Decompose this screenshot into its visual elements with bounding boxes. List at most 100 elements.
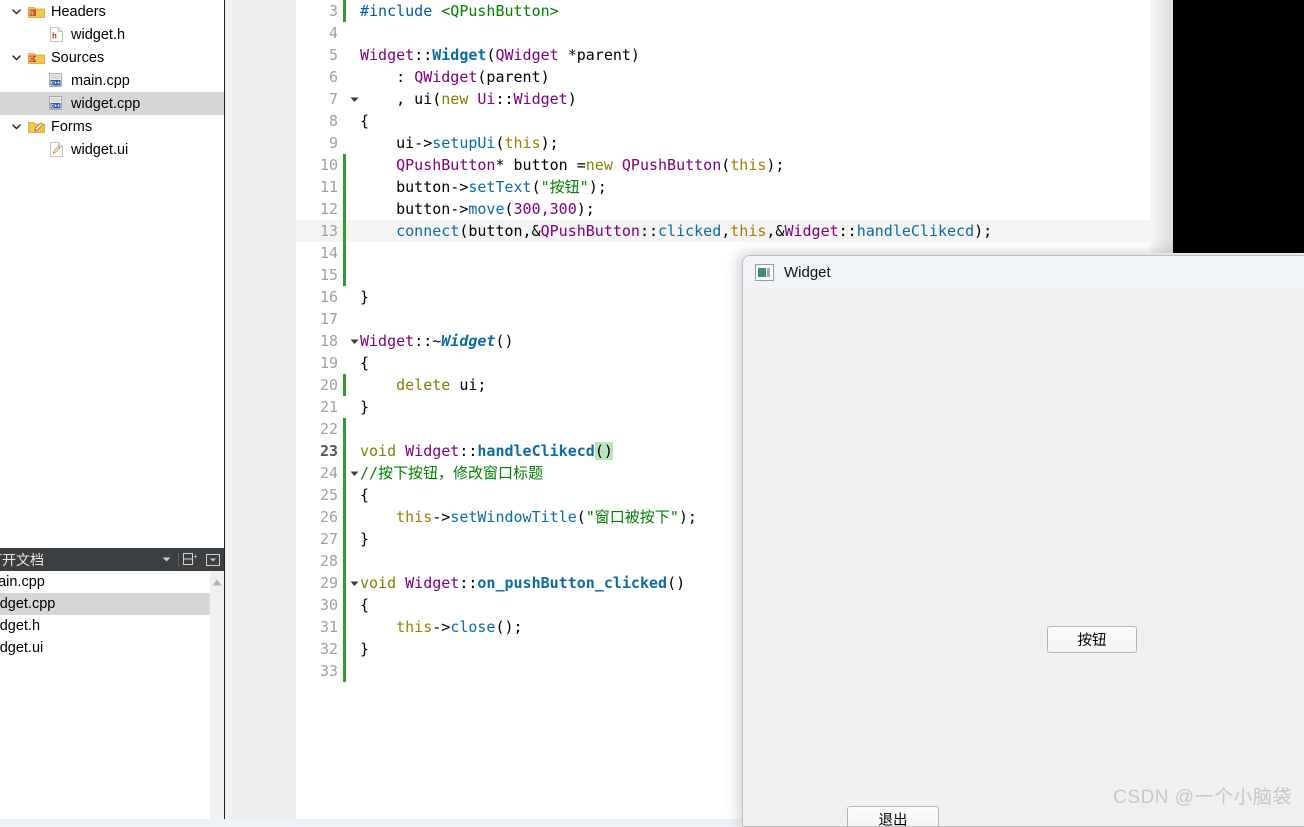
tree-item-forms[interactable]: Forms [0,115,224,138]
code-text: delete ui; [396,376,487,394]
svg-text:+: + [193,553,198,561]
tree-item-main-cpp[interactable]: C++ main.cpp [0,69,224,92]
code-text: button->move(300,300); [360,200,595,218]
line-number: 20 [319,376,338,394]
svg-text:C++: C++ [51,81,60,87]
line-number: 8 [328,112,338,130]
line-number: 11 [319,178,338,196]
line-number: 10 [319,156,338,174]
code-text: connect(button,&QPushButton::clicked,thi… [360,220,993,242]
open-documents-header: 打开文档 + [0,548,224,571]
open-doc-label: widget.ui [0,640,44,656]
line-number: 16 [319,288,338,306]
tree-item-headers[interactable]: h Headers [0,0,224,23]
scroll-up-icon[interactable] [210,576,224,588]
pane-divider[interactable] [224,0,225,819]
watermark-text: CSDN @一个小脑袋 [1113,787,1292,808]
qt-widget-icon [755,264,774,281]
pane-gap [225,0,232,819]
code-text: { [360,596,370,614]
qt-window-body[interactable]: 按钮 退出 [743,289,1304,826]
folder-h-icon: h [26,5,46,19]
chevron-down-icon[interactable] [6,121,26,132]
line-number: 30 [319,596,338,614]
change-marker [343,198,346,220]
open-doc-item[interactable]: main.cpp [0,571,224,593]
change-marker [343,616,346,638]
open-doc-item[interactable]: widget.ui [0,637,224,659]
tree-item-widget-h[interactable]: h widget.h [0,23,224,46]
line-number: 27 [319,530,338,548]
cpp-file-icon: C++ [46,96,66,111]
tree-item-widget-ui[interactable]: widget.ui [0,138,224,161]
line-number: 28 [319,552,338,570]
code-text: , ui(new Ui::Widget) [360,90,577,108]
open-documents-scrollbar[interactable] [210,571,224,819]
collapse-panel-icon[interactable] [202,548,224,571]
line-number: 29 [319,574,338,592]
line-number: 5 [328,46,338,64]
chevron-down-icon[interactable] [348,572,360,594]
open-doc-item[interactable]: widget.h [0,615,224,637]
folder-cpp-icon: C+ [26,51,46,65]
split-add-icon[interactable]: + [180,548,202,571]
tree-item-label: widget.cpp [71,95,141,112]
change-marker [343,220,346,242]
line-number: 19 [319,354,338,372]
code-text: #include <QPushButton> [360,2,559,20]
code-text: Widget::Widget(QWidget *parent) [360,46,640,64]
tree-item-widget-cpp[interactable]: C++ widget.cpp [0,92,224,115]
tree-item-label: widget.ui [71,141,129,158]
chevron-down-icon[interactable] [348,330,360,352]
svg-text:C+: C+ [30,56,38,63]
ui-file-icon [46,142,66,157]
line-number: 3 [328,2,338,20]
line-number: 24 [319,464,338,482]
change-marker [343,264,346,286]
open-doc-label: widget.h [0,618,41,634]
line-number: 31 [319,618,338,636]
open-doc-label: widget.cpp [0,596,56,612]
anniu-button[interactable]: 按钮 [1047,626,1137,653]
code-text: //按下按钮，修改窗口标题 [360,464,544,482]
line-number: 13 [319,222,338,240]
change-marker [343,462,346,484]
change-marker [343,176,346,198]
line-number: 18 [319,332,338,350]
svg-text:h: h [52,33,57,42]
chevron-down-icon[interactable] [155,548,177,571]
line-number: 23 [319,442,338,460]
line-number: 14 [319,244,338,262]
line-number: 17 [319,310,338,328]
open-doc-item[interactable]: widget.cpp [0,593,224,615]
chevron-down-icon[interactable] [348,462,360,484]
chevron-down-icon[interactable] [348,88,360,110]
code-text: { [360,486,370,504]
change-marker [343,374,346,396]
chevron-down-icon[interactable] [6,6,26,17]
change-marker [343,440,346,462]
code-text: : QWidget(parent) [360,68,550,86]
editor-gutter[interactable] [232,0,296,819]
line-number: 7 [328,90,338,108]
qt-window-titlebar[interactable]: Widget [743,256,1304,289]
code-text: button->setText("按钮"); [360,178,607,196]
code-text: } [360,530,370,548]
code-text: } [360,640,370,658]
tree-item-sources[interactable]: C+ Sources [0,46,224,69]
obscured-black-panel [1173,0,1304,253]
project-tree-panel[interactable]: h Headers h widget.h C+ Sources C++ main.cpp C++… [0,0,224,548]
tree-item-label: Headers [51,3,106,20]
svg-text:h: h [30,10,34,17]
line-number: 9 [328,134,338,152]
qt-window-title: Widget [784,264,831,281]
chevron-down-icon[interactable] [6,52,26,63]
cpp-file-icon: C++ [46,73,66,88]
change-marker [343,154,346,176]
code-text: { [360,112,370,130]
qt-application-window[interactable]: Widget 按钮 退出 [742,255,1304,827]
open-documents-panel[interactable]: 打开文档 + main.cpp widget.cpp widget.h widget.… [0,548,224,819]
tuichu-button[interactable]: 退出 [847,806,939,826]
open-documents-list[interactable]: main.cpp widget.cpp widget.h widget.ui [0,571,224,819]
line-number: 6 [328,68,338,86]
